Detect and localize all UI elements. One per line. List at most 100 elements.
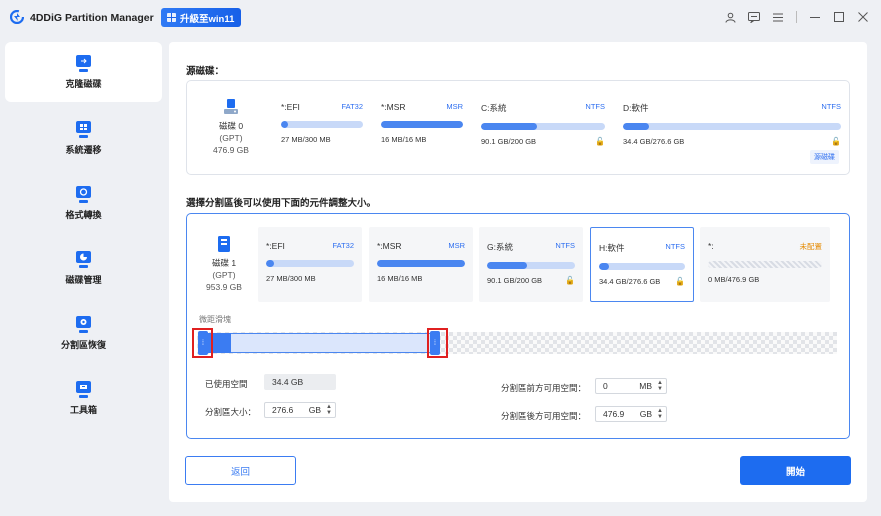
partition-size: 0 MB/476.9 GB [708,275,760,284]
source-partition-msr: *:MSR MSR 16 MB/16 MB [381,102,463,144]
sidebar-item-system-migrate[interactable]: 系統遷移 [5,108,162,168]
partition-size: 16 MB/16 MB [377,274,423,283]
partition-size: 34.4 GB/276.6 GB [599,277,661,286]
usage-bar [266,260,354,267]
upgrade-win11-button[interactable]: 升級至win11 [161,8,242,27]
usage-bar [377,260,465,267]
target-partition-g[interactable]: G:系統 NTFS 90.1 GB/200 GB 🔓 [479,227,583,302]
partition-name: *: [708,241,714,251]
app-title: 4DDiG Partition Manager [30,12,154,24]
lock-icon: 🔓 [831,137,841,146]
usage-bar [708,261,822,268]
title-bar: 4DDiG Partition Manager 升級至win11 [0,0,881,34]
partition-name: G:系統 [487,242,513,252]
sidebar-item-toolbox[interactable]: 工具箱 [5,368,162,428]
usage-bar-fill [377,260,465,267]
space-before-label: 分割區前方可用空間： [501,383,587,393]
disk-name: 磁碟 0 [218,121,244,131]
source-disk-title: 源磁碟： [186,66,225,77]
partition-fs: NTFS [665,242,685,251]
usage-bar-fill [599,263,610,270]
lock-icon: 🔓 [565,276,575,285]
minimize-icon[interactable] [807,9,823,25]
disk-type: (GPT) [212,270,236,280]
space-after-value: 476.9 [603,409,625,419]
stepper-icon[interactable]: ▲ ▼ [657,380,663,392]
partition-name: H:軟件 [599,243,625,253]
partition-name: *:EFI [266,241,285,251]
stepper-icon[interactable]: ▲ ▼ [326,404,332,416]
space-after-label: 分割區後方可用空間： [501,411,587,421]
source-partition-d: D:軟件 NTFS 34.4 GB/276.6 GB 🔓 [623,102,841,146]
app-logo-icon [10,10,24,24]
target-instruction: 選擇分割區後可以使用下面的元件調整大小。 [186,198,377,209]
disk-drive-icon [224,99,238,114]
disk-manage-icon [76,250,91,268]
space-before-value: 0 [603,381,608,391]
target-partition-unallocated[interactable]: *: 未配置 0 MB/476.9 GB [700,227,830,302]
partition-fs: NTFS [821,102,841,111]
partition-size-input[interactable]: 276.6 GB ▲ ▼ [264,402,336,418]
space-after-unit: GB [639,409,652,419]
usage-bar [599,263,685,270]
left-handle-highlight [192,328,213,358]
sidebar-item-partition-recovery[interactable]: 分割區恢復 [5,303,162,363]
partition-size: 90.1 GB/200 GB [487,276,543,285]
disk-size: 476.9 GB [213,145,249,155]
source-partition-efi: *:EFI FAT32 27 MB/300 MB [281,102,363,144]
sidebar-item-label: 克隆磁碟 [65,78,102,89]
sidebar-item-label: 工具箱 [69,404,97,415]
feedback-icon[interactable] [746,9,762,25]
start-button[interactable]: 開始 [740,456,851,485]
lock-icon: 🔓 [595,137,605,146]
stepper-icon[interactable]: ▲ ▼ [657,408,663,420]
sidebar-item-clone-disk[interactable]: 克隆磁碟 [5,42,162,102]
partition-name: *:MSR [377,241,402,251]
partition-fs: FAT32 [332,241,354,250]
maximize-icon[interactable] [831,9,847,25]
disk-name: 磁碟 1 [211,258,237,268]
sidebar-item-label: 磁碟管理 [65,274,102,285]
target-partition-h[interactable]: H:軟件 NTFS 34.4 GB/276.6 GB 🔓 [590,227,694,302]
partition-size-label: 分割區大小： [205,407,257,417]
usage-bar [281,121,363,128]
system-migrate-icon [76,120,91,138]
close-icon[interactable] [855,9,871,25]
partition-fs: NTFS [585,102,605,111]
partition-size: 90.1 GB/200 GB [481,137,537,146]
user-icon[interactable] [722,9,738,25]
partition-fs: 未配置 [799,242,823,251]
menu-icon[interactable] [770,9,786,25]
partition-size-slider[interactable] [201,333,437,353]
partition-recovery-icon [76,315,91,333]
lock-icon: 🔓 [675,277,685,286]
space-before-input[interactable]: 0 MB ▲ ▼ [595,378,667,394]
partition-size: 27 MB/300 MB [281,135,331,144]
used-space-text: 34.4 GB [272,377,304,387]
partition-fs: MSR [448,241,465,250]
divider [796,11,797,23]
toolbox-icon [76,380,91,398]
source-partition-c: C:系統 NTFS 90.1 GB/200 GB 🔓 [481,102,605,146]
usage-bar-fill [623,123,650,130]
partition-size: 27 MB/300 MB [266,274,316,283]
partition-fs: FAT32 [341,102,363,111]
usage-bar-fill [487,262,527,269]
sidebar-item-convert[interactable]: 格式轉換 [5,173,162,233]
windows-icon [167,13,176,22]
used-space-value: 34.4 GB [264,374,336,390]
sidebar-item-disk-manage[interactable]: 磁碟管理 [5,238,162,298]
target-partition-msr[interactable]: *:MSR MSR 16 MB/16 MB [369,227,473,302]
partition-size-unit: GB [308,405,321,415]
disk-size: 953.9 GB [206,282,242,292]
usage-bar [381,121,463,128]
usage-bar [623,123,841,130]
target-partition-efi[interactable]: *:EFI FAT32 27 MB/300 MB [258,227,362,302]
space-after-input[interactable]: 476.9 GB ▲ ▼ [595,406,667,422]
main-panel: 源磁碟： 磁碟 0 (GPT) 476.9 GB *:EFI FAT32 27 M… [169,42,867,502]
upgrade-label: 升級至win11 [180,13,235,25]
source-disk-tag: 源磁碟 [810,150,839,164]
used-space-label: 已使用空間 [205,379,248,389]
partition-name: *:MSR [381,102,406,112]
back-button[interactable]: 返回 [185,456,296,485]
